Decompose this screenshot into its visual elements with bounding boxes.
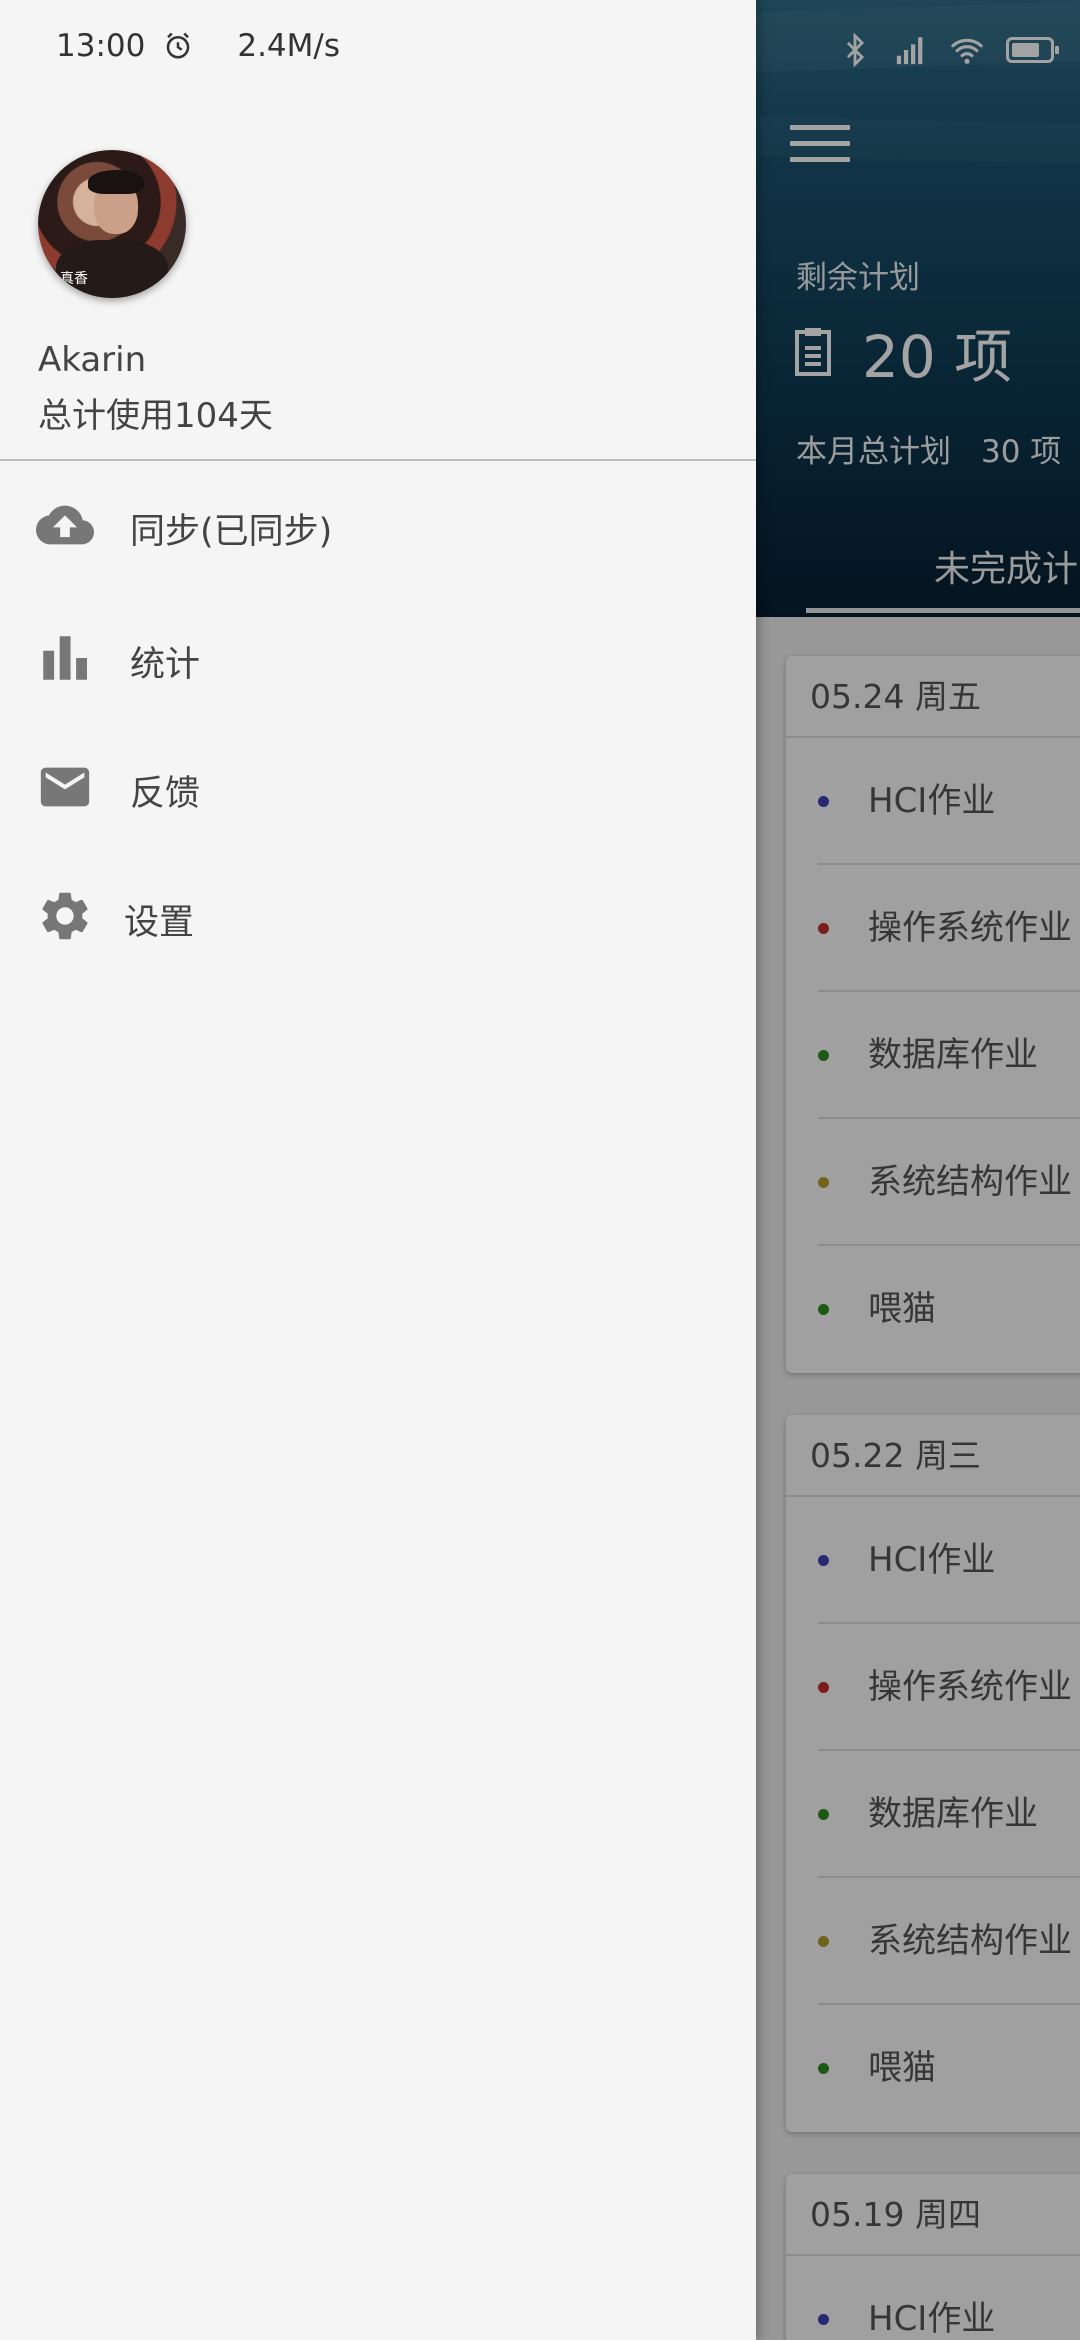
mail-icon xyxy=(40,767,90,807)
drawer-divider xyxy=(0,459,756,461)
avatar-caption: 真香 xyxy=(60,271,88,287)
alarm-icon xyxy=(167,32,190,59)
cloud-upload-icon xyxy=(36,505,94,545)
usage-days: 总计使用104天 xyxy=(38,396,273,436)
network-speed: 2.4M/s xyxy=(237,28,340,64)
avatar[interactable]: 真香 xyxy=(38,150,186,298)
menu-item-settings[interactable]: 设置 xyxy=(0,862,756,972)
app-screen: 剩余计划 20 项 本月总计划 30 项 未完成计 05.24 周五 HCI作业 操作… xyxy=(0,0,1080,2340)
menu-item-statistics[interactable]: 统计 xyxy=(0,604,756,714)
menu-item-sync[interactable]: 同步(已同步) xyxy=(0,471,756,581)
bar-chart-icon xyxy=(43,636,87,680)
menu-label-settings: 设置 xyxy=(124,903,195,943)
menu-label-feedback: 反馈 xyxy=(130,774,201,814)
user-name: Akarin xyxy=(38,340,147,380)
menu-label-sync: 同步(已同步) xyxy=(130,512,333,552)
menu-label-statistics: 统计 xyxy=(130,645,201,685)
status-bar-left: 13:00 2.4M/s xyxy=(56,28,340,64)
navigation-drawer: 13:00 2.4M/s 真香 Akarin 总计使用104天 同步(已同步) … xyxy=(0,0,756,2340)
menu-item-feedback[interactable]: 反馈 xyxy=(0,733,756,843)
status-time: 13:00 xyxy=(56,28,146,64)
gear-icon xyxy=(42,892,88,940)
